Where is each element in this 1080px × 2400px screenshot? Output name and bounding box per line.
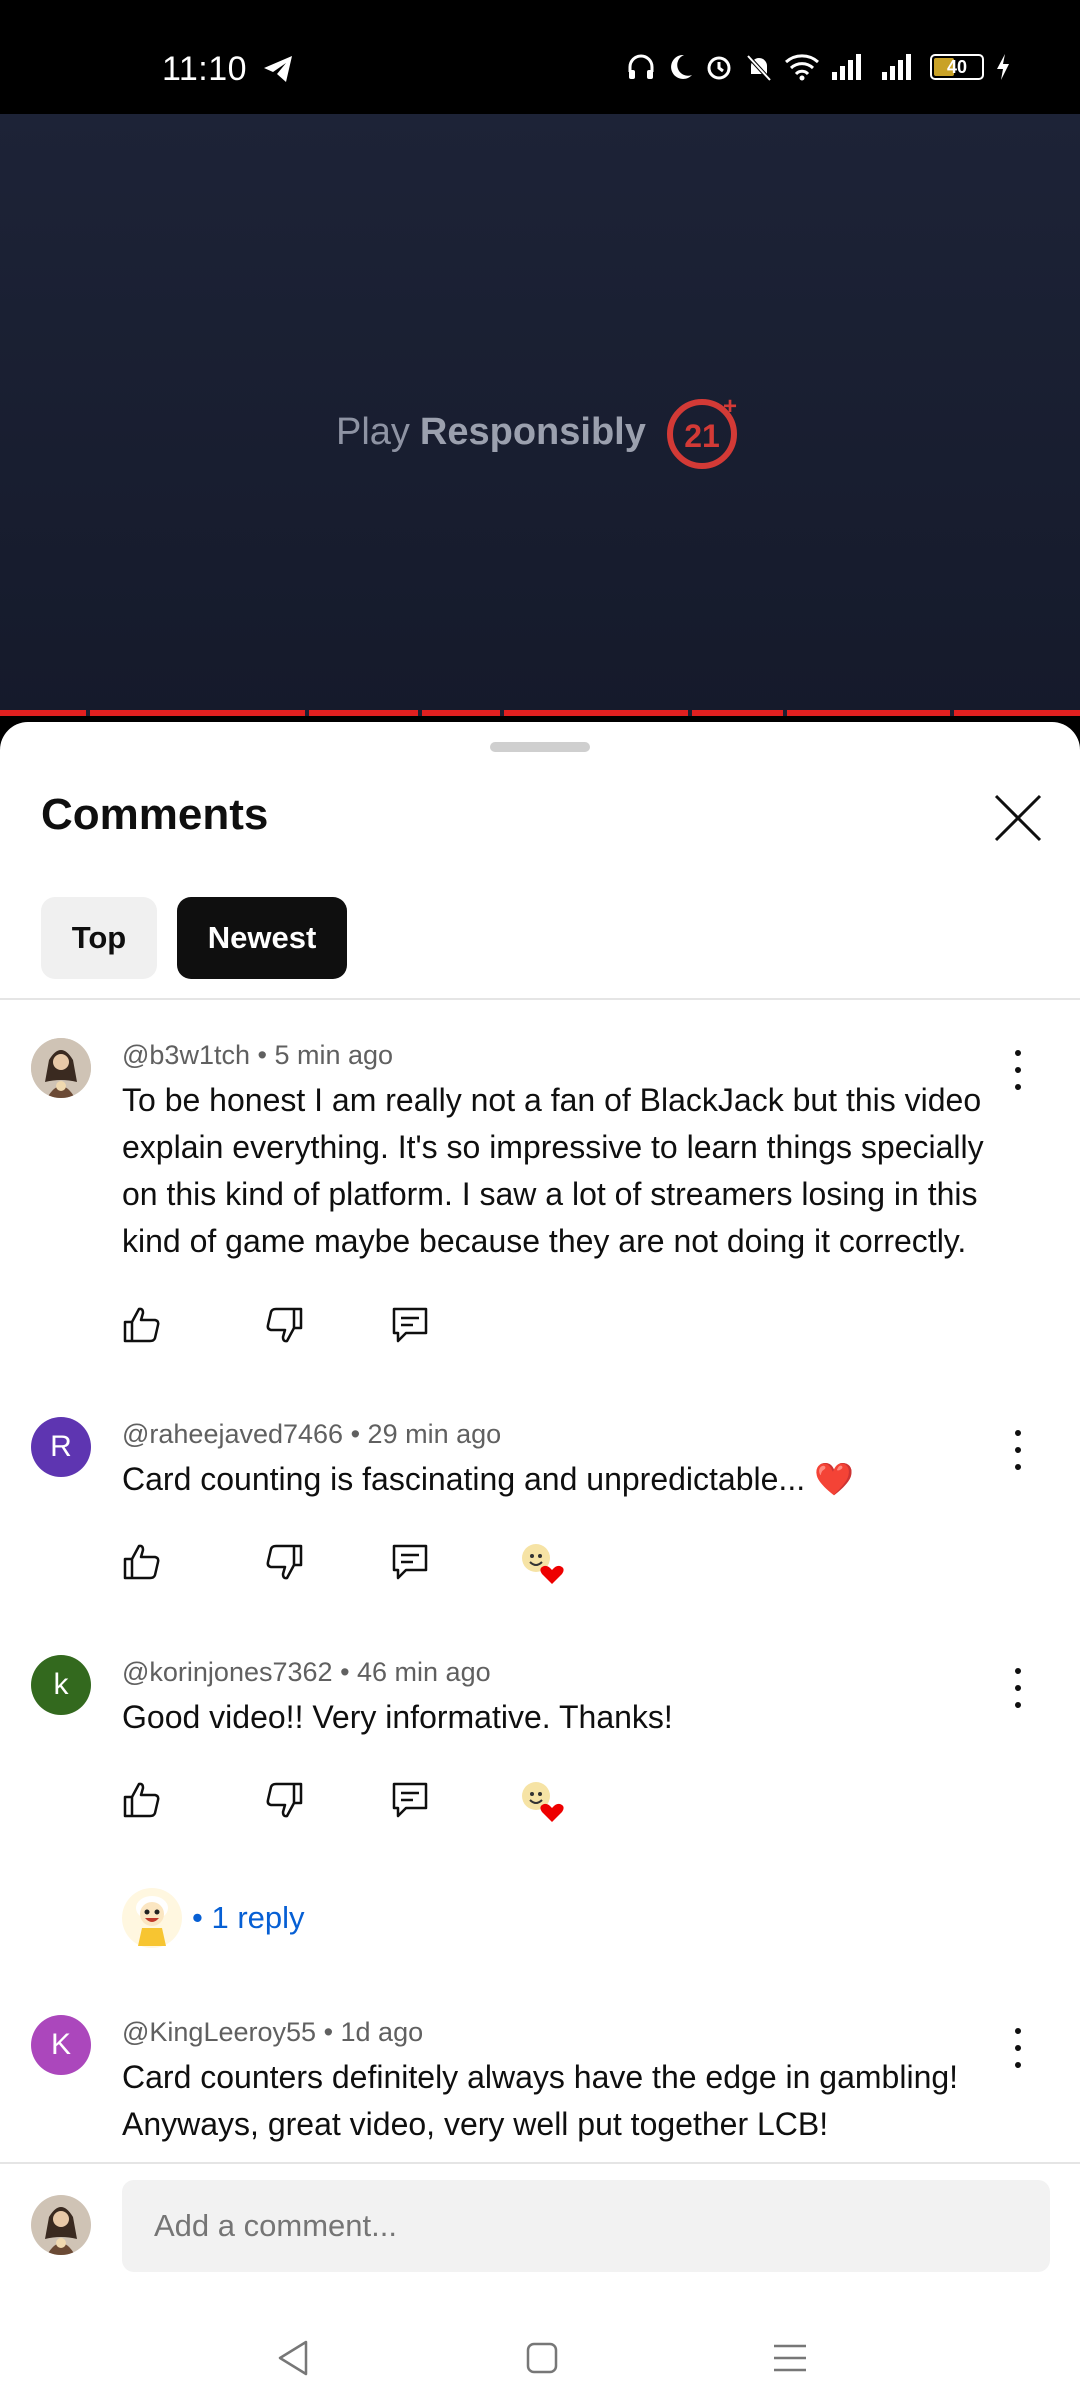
video-text-bold: Responsibly (419, 410, 646, 453)
comment-meta: @raheejaved7466 • 29 min ago (122, 1419, 501, 1450)
comment-author[interactable]: @KingLeeroy55 (122, 2017, 316, 2047)
more-options-icon[interactable] (1008, 1050, 1028, 1090)
status-icons: 40 (626, 52, 1012, 82)
bell-off-icon (746, 54, 772, 82)
replies-label[interactable]: • 1 reply (192, 1900, 305, 1936)
my-avatar (31, 2195, 91, 2255)
comment-author[interactable]: @korinjones7362 (122, 1657, 333, 1687)
home-icon[interactable] (520, 2336, 564, 2380)
video-caption: Play Responsibly 21 + (336, 392, 744, 472)
drag-handle[interactable] (490, 742, 590, 752)
svg-text:21: 21 (684, 418, 720, 454)
video-progress-bar[interactable] (0, 710, 1080, 716)
back-icon[interactable] (272, 2336, 316, 2380)
alarm-icon (707, 56, 731, 80)
battery-level: 40 (946, 56, 968, 77)
divider (0, 998, 1080, 1000)
signal-icon-2 (882, 54, 911, 80)
comment-meta: @KingLeeroy55 • 1d ago (122, 2017, 423, 2048)
status-time: 11:10 (162, 50, 248, 88)
chip-top[interactable]: Top (41, 897, 157, 979)
replies-toggle[interactable]: • 1 reply (122, 1888, 305, 1948)
user-photo-icon (31, 2195, 91, 2255)
dislike-icon[interactable] (264, 1542, 304, 1582)
filter-chips: Top Newest (41, 897, 347, 979)
system-nav-bar (0, 2314, 1080, 2400)
add-comment-input[interactable] (122, 2180, 1050, 2272)
dislike-icon[interactable] (264, 1305, 304, 1345)
charging-icon (997, 54, 1009, 80)
reply-icon[interactable] (390, 1305, 430, 1345)
creator-heart-icon (522, 1544, 564, 1584)
avatar[interactable] (31, 1038, 91, 1098)
comment-time: • 5 min ago (257, 1040, 394, 1070)
battery-icon: 40 (930, 54, 984, 80)
more-options-icon[interactable] (1008, 1668, 1028, 1708)
wifi-icon (785, 54, 819, 81)
status-bar: 11:10 40 (0, 0, 1080, 114)
comment-author[interactable]: @raheejaved7466 (122, 1419, 343, 1449)
avatar[interactable]: K (31, 2015, 91, 2075)
creator-heart-icon (522, 1782, 564, 1822)
telegram-icon (264, 56, 292, 82)
reply-icon[interactable] (390, 1780, 430, 1820)
comment-time: • 1d ago (323, 2017, 424, 2047)
avatar[interactable]: R (31, 1417, 91, 1477)
comment-text: Good video!! Very informative. Thanks! (122, 1699, 673, 1735)
creator-avatar-icon (122, 1888, 182, 1948)
comment-time: • 29 min ago (350, 1419, 502, 1449)
close-icon[interactable] (992, 792, 1044, 844)
comment-author[interactable]: @b3w1tch (122, 1040, 250, 1070)
video-text-light: Play (336, 410, 410, 453)
video-player[interactable]: Play Responsibly 21 + (0, 114, 1080, 716)
like-icon[interactable] (122, 1542, 162, 1582)
more-options-icon[interactable] (1008, 2028, 1028, 2068)
moon-icon (671, 54, 692, 79)
dislike-icon[interactable] (264, 1780, 304, 1820)
user-photo-icon (31, 1038, 91, 1098)
avatar[interactable]: k (31, 1655, 91, 1715)
svg-text:+: + (723, 393, 737, 420)
sheet-title: Comments (41, 790, 269, 839)
headphones-icon (628, 54, 654, 79)
signal-icon (832, 54, 861, 80)
chip-newest[interactable]: Newest (177, 897, 347, 979)
comment-meta: @b3w1tch • 5 min ago (122, 1040, 393, 1071)
recents-icon[interactable] (768, 2336, 812, 2380)
more-options-icon[interactable] (1008, 1430, 1028, 1470)
comments-sheet: Comments Top Newest @b3w1tch • 5 min ago… (0, 722, 1080, 2400)
composer-divider (0, 2162, 1080, 2164)
comment-time: • 46 min ago (340, 1657, 491, 1687)
like-icon[interactable] (122, 1305, 162, 1345)
comment-meta: @korinjones7362 • 46 min ago (122, 1657, 491, 1688)
like-icon[interactable] (122, 1780, 162, 1820)
comment-text: Card counting is fascinating and unpredi… (122, 1461, 854, 1497)
comment-text: Card counters definitely always have the… (122, 2059, 959, 2142)
comment-text: To be honest I am really not a fan of Bl… (122, 1082, 984, 1259)
age-21-icon: 21 + (666, 393, 737, 469)
reply-icon[interactable] (390, 1542, 430, 1582)
